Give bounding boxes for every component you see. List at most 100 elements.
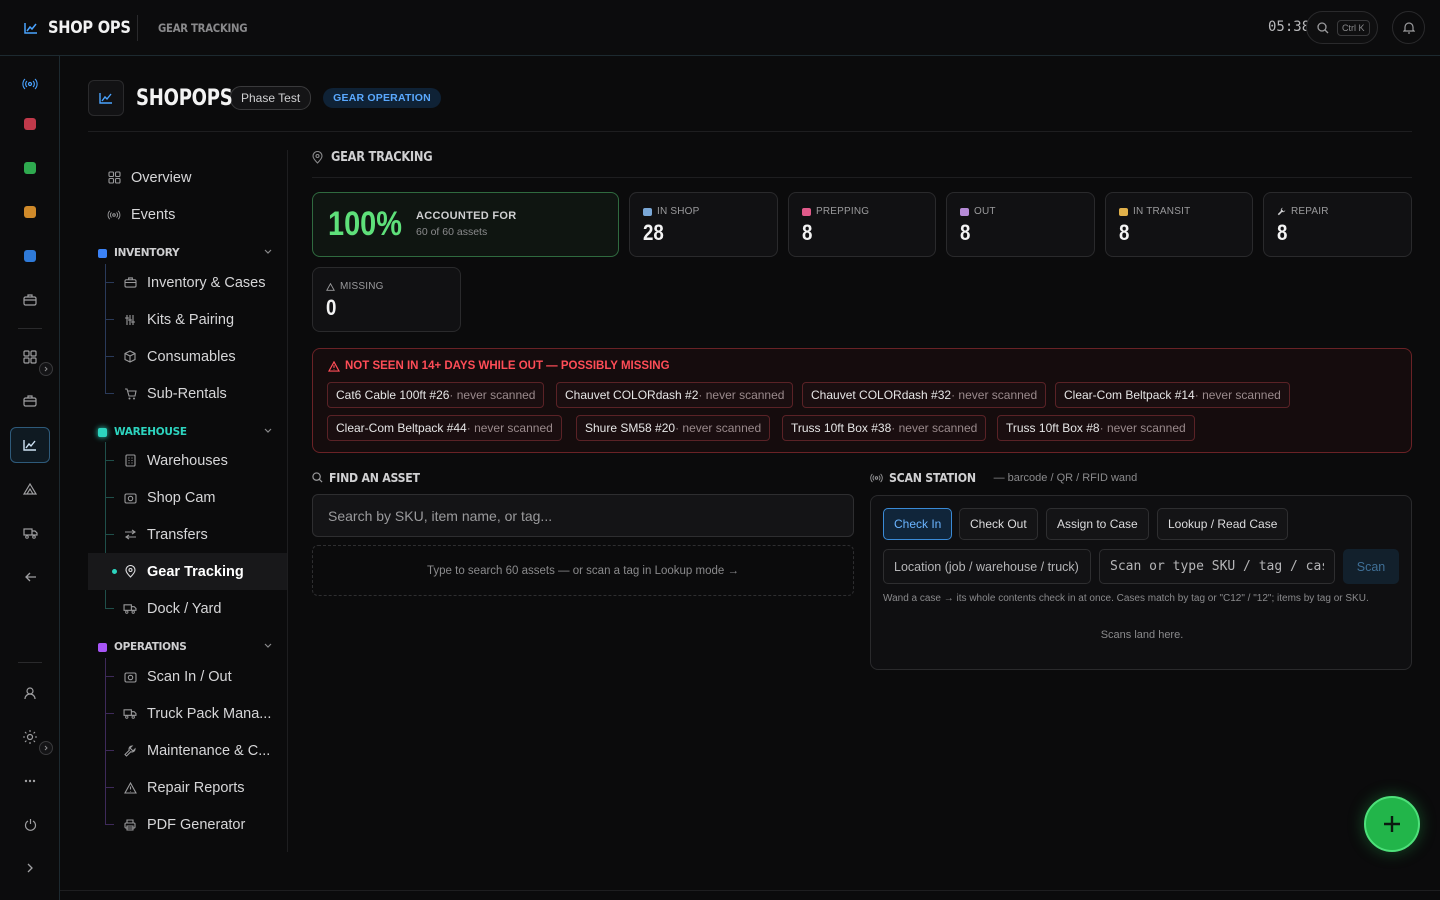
tree-tick	[105, 787, 114, 788]
nav-repair-reports[interactable]: Repair Reports	[88, 769, 287, 806]
plus-icon	[1384, 816, 1400, 832]
rail-briefcase-button[interactable]	[10, 282, 50, 318]
nav-maintenance[interactable]: Maintenance & C...	[88, 732, 287, 769]
rail-truck-button[interactable]	[10, 515, 50, 551]
missing-chip[interactable]: Chauvet COLORdash #2 · never scanned	[556, 382, 794, 408]
rail-chart-button[interactable]	[10, 427, 50, 463]
rail-warehouse-button[interactable]	[10, 471, 50, 507]
nav-warehouses[interactable]: Warehouses	[88, 442, 287, 479]
missing-chip[interactable]: Truss 10ft Box #8 · never scanned	[997, 415, 1195, 441]
building-icon	[643, 207, 652, 216]
nav-gear-tracking[interactable]: Gear Tracking	[88, 553, 287, 590]
truck-icon	[1119, 207, 1128, 216]
rail-briefcase2-button[interactable]	[10, 383, 50, 419]
mode-check-in-button[interactable]: Check In	[883, 508, 953, 540]
power-icon	[24, 818, 36, 831]
stat-card-missing[interactable]: MISSING 0	[312, 267, 461, 332]
tree-tick	[105, 393, 114, 394]
rail-profile-button[interactable]	[10, 675, 50, 711]
rail-green-button[interactable]	[10, 150, 50, 186]
stat-card-in-shop[interactable]: IN SHOP 28	[629, 192, 778, 257]
nav-label: PDF Generator	[147, 816, 246, 833]
rail-power-button[interactable]	[10, 806, 50, 842]
sun-icon	[23, 730, 37, 744]
stat-card-out[interactable]: OUT 8	[946, 192, 1095, 257]
brand[interactable]: SHOP OPS	[0, 0, 144, 55]
nav-group-inventory[interactable]: INVENTORY	[98, 243, 273, 263]
group-label: WAREHOUSE	[114, 426, 187, 438]
missing-chip[interactable]: Shure SM58 #20 · never scanned	[576, 415, 771, 441]
stat-card-in-transit[interactable]: IN TRANSIT 8	[1105, 192, 1253, 257]
rail-more-button[interactable]	[10, 763, 50, 799]
nav-group-operations[interactable]: OPERATIONS	[98, 637, 273, 657]
chart-logo-icon	[24, 22, 37, 34]
mode-lookup-button[interactable]: Lookup / Read Case	[1157, 508, 1289, 540]
tree-tick	[105, 750, 114, 751]
truck-icon	[123, 602, 137, 616]
command-search-button[interactable]: Ctrl K	[1306, 11, 1378, 44]
nav-scan-in-out[interactable]: Scan In / Out	[88, 658, 287, 695]
rail-orange-button[interactable]	[10, 194, 50, 230]
nav-overview[interactable]: Overview	[88, 159, 287, 196]
stat-card-prepping[interactable]: PREPPING 8	[788, 192, 936, 257]
stat-label: REPAIR	[1277, 206, 1329, 217]
missing-chip[interactable]: Clear-Com Beltpack #14 · never scanned	[1055, 382, 1290, 408]
nav-kits-pairing[interactable]: Kits & Pairing	[88, 301, 287, 338]
red-square-icon	[24, 118, 36, 130]
nav-transfers[interactable]: Transfers	[88, 516, 287, 553]
rail-expand-badge[interactable]	[39, 741, 53, 755]
nav-label: Dock / Yard	[147, 600, 222, 617]
mode-assign-case-button[interactable]: Assign to Case	[1046, 508, 1149, 540]
asset-search-input[interactable]	[312, 494, 854, 537]
nav-truck-pack[interactable]: Truck Pack Mana...	[88, 695, 287, 732]
add-fab-button[interactable]	[1364, 796, 1420, 852]
nav-pdf-generator[interactable]: PDF Generator	[88, 806, 287, 843]
nav-group-warehouse[interactable]: WAREHOUSE	[98, 422, 273, 442]
grid-icon	[23, 350, 37, 364]
arrow-left-icon	[24, 572, 36, 582]
stat-label: OUT	[960, 206, 996, 217]
rail-expand-badge[interactable]	[39, 362, 53, 376]
chevron-down-icon	[264, 249, 272, 254]
camera-icon	[123, 670, 137, 684]
broadcast-icon	[870, 473, 883, 482]
scan-button[interactable]: Scan	[1343, 549, 1399, 584]
nav-consumables[interactable]: Consumables	[88, 338, 287, 375]
scan-station-subtitle: — barcode / QR / RFID wand	[993, 471, 1138, 484]
scan-station-header: SCAN STATION — barcode / QR / RFID wand	[870, 470, 1137, 485]
stat-label: MISSING	[326, 281, 384, 292]
missing-chip[interactable]: Clear-Com Beltpack #44 · never scanned	[327, 415, 562, 441]
find-asset-header: FIND AN ASSET	[312, 470, 432, 485]
missing-chip[interactable]: Truss 10ft Box #38 · never scanned	[782, 415, 987, 441]
chevron-down-icon	[264, 428, 272, 433]
nav-sub-rentals[interactable]: Sub-Rentals	[88, 375, 287, 412]
rail-expand-button[interactable]	[10, 850, 50, 886]
map-pin-icon	[312, 151, 323, 164]
missing-chip[interactable]: Cat6 Cable 100ft #26 · never scanned	[327, 382, 545, 408]
toolbox-icon	[802, 207, 811, 216]
green-square-icon	[24, 162, 36, 174]
nav-inventory-cases[interactable]: Inventory & Cases	[88, 264, 287, 301]
top-bar: SHOP OPS GEAR TRACKING 05:38 Ctrl K	[0, 0, 1440, 56]
warning-icon	[326, 282, 335, 291]
missing-chip[interactable]: Chauvet COLORdash #32 · never scanned	[802, 382, 1047, 408]
mode-check-out-button[interactable]: Check Out	[959, 508, 1038, 540]
nav-dock-yard[interactable]: Dock / Yard	[88, 590, 287, 627]
top-divider	[137, 15, 138, 41]
chevron-right-icon	[44, 745, 48, 751]
notifications-button[interactable]	[1392, 11, 1425, 44]
scan-sku-input[interactable]	[1099, 549, 1335, 584]
rail-back-button[interactable]	[10, 559, 50, 595]
nav-events[interactable]: Events	[88, 196, 287, 233]
stat-card-repair[interactable]: REPAIR 8	[1263, 192, 1412, 257]
location-input[interactable]	[883, 549, 1091, 584]
tree-tick	[105, 713, 114, 714]
section-divider	[312, 177, 1412, 178]
rail-red-button[interactable]	[10, 106, 50, 142]
nav-shop-cam[interactable]: Shop Cam	[88, 479, 287, 516]
find-asset-title: FIND AN ASSET	[329, 470, 420, 485]
phase-badge[interactable]: Phase Test	[230, 86, 312, 110]
scan-station-panel: Check In Check Out Assign to Case Lookup…	[870, 495, 1412, 670]
rail-live-button[interactable]	[10, 66, 50, 102]
rail-blue-button[interactable]	[10, 238, 50, 274]
